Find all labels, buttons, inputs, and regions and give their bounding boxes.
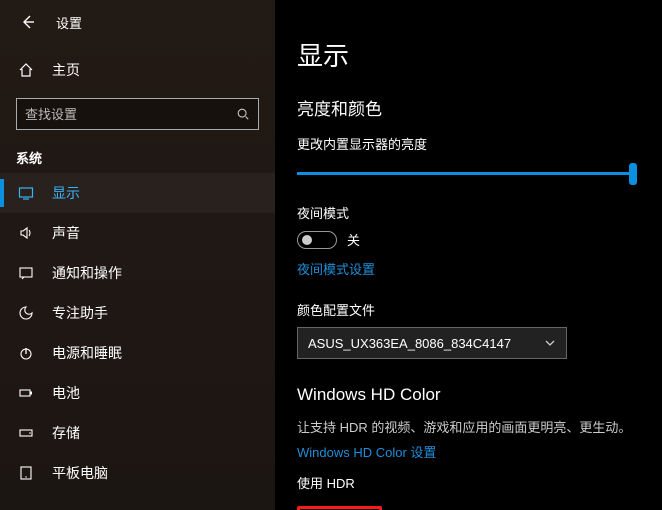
storage-icon <box>16 425 36 441</box>
sidebar-item-power[interactable]: 电源和睡眠 <box>0 333 275 373</box>
sound-icon <box>16 225 36 241</box>
sidebar-item-storage[interactable]: 存储 <box>0 413 275 453</box>
sidebar-item-battery[interactable]: 电池 <box>0 373 275 413</box>
sidebar-item-label: 专注助手 <box>52 303 108 323</box>
night-light-state: 关 <box>347 230 360 249</box>
app-title: 设置 <box>56 13 82 32</box>
sidebar-item-label: 电源和睡眠 <box>52 343 122 363</box>
slider-thumb[interactable] <box>629 163 637 185</box>
sidebar: 设置 主页 系统 显示 声音 通知和操作 专注助手 电源和睡眠 电池 <box>0 0 275 510</box>
sidebar-item-focus[interactable]: 专注助手 <box>0 293 275 333</box>
back-button[interactable] <box>16 10 40 34</box>
night-light-toggle[interactable] <box>297 231 337 249</box>
sidebar-item-tablet[interactable]: 平板电脑 <box>0 453 275 493</box>
color-profile-label: 颜色配置文件 <box>297 300 640 319</box>
hd-color-title: Windows HD Color <box>297 385 640 405</box>
search-icon <box>236 107 250 121</box>
sidebar-group-title: 系统 <box>0 140 275 173</box>
notifications-icon <box>16 265 36 281</box>
sidebar-item-label: 通知和操作 <box>52 263 122 283</box>
brightness-slider[interactable] <box>297 161 637 187</box>
main-content: 显示 亮度和颜色 更改内置显示器的亮度 夜间模式 关 夜间模式设置 颜色配置文件… <box>275 0 662 510</box>
arrow-left-icon <box>20 14 36 30</box>
slider-track <box>297 172 637 175</box>
sidebar-header: 设置 <box>0 0 275 44</box>
sidebar-item-display[interactable]: 显示 <box>0 173 275 213</box>
search-input[interactable] <box>25 107 236 122</box>
chevron-down-icon <box>544 337 556 349</box>
brightness-label: 更改内置显示器的亮度 <box>297 134 640 153</box>
home-icon <box>16 62 36 78</box>
sidebar-item-sound[interactable]: 声音 <box>0 213 275 253</box>
sidebar-home[interactable]: 主页 <box>0 50 275 90</box>
sidebar-item-label: 电池 <box>52 383 80 403</box>
use-hdr-label: 使用 HDR <box>297 473 640 492</box>
sidebar-item-label: 平板电脑 <box>52 463 108 483</box>
toggle-knob <box>302 235 312 245</box>
night-light-settings-link[interactable]: 夜间模式设置 <box>297 259 375 278</box>
color-profile-value: ASUS_UX363EA_8086_834C4147 <box>308 336 511 351</box>
sidebar-item-label: 显示 <box>52 183 80 203</box>
sidebar-home-label: 主页 <box>52 60 80 80</box>
sidebar-item-label: 声音 <box>52 223 80 243</box>
power-icon <box>16 345 36 361</box>
battery-icon <box>16 385 36 401</box>
hdr-highlight-box: 开 <box>297 506 382 510</box>
hd-color-settings-link[interactable]: Windows HD Color 设置 <box>297 442 436 461</box>
page-title: 显示 <box>297 36 640 73</box>
section-brightness-title: 亮度和颜色 <box>297 95 640 120</box>
tablet-icon <box>16 465 36 481</box>
sidebar-item-label: 存储 <box>52 423 80 443</box>
night-light-label: 夜间模式 <box>297 203 640 222</box>
display-icon <box>16 185 36 201</box>
search-box[interactable] <box>16 98 259 130</box>
hd-color-desc: 让支持 HDR 的视频、游戏和应用的画面更明亮、更生动。 <box>297 417 640 436</box>
focus-icon <box>16 305 36 321</box>
color-profile-dropdown[interactable]: ASUS_UX363EA_8086_834C4147 <box>297 327 567 359</box>
sidebar-item-notifications[interactable]: 通知和操作 <box>0 253 275 293</box>
